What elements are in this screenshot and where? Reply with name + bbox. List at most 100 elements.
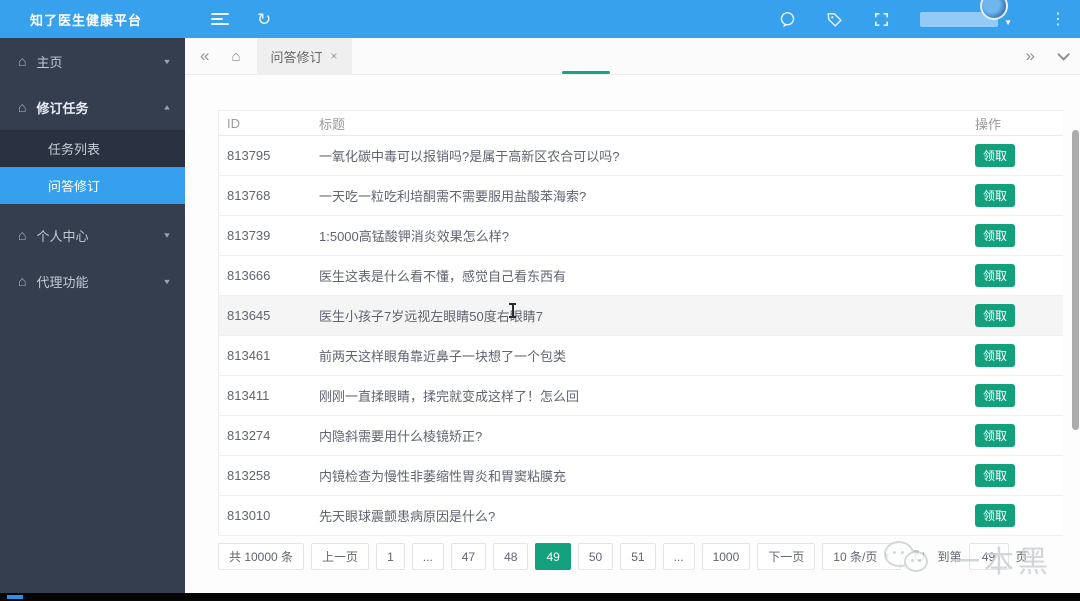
table-row: 813461 前两天这样眼角靠近鼻子一块想了一个包类 领取: [219, 336, 1063, 376]
tag-icon[interactable]: [826, 11, 843, 28]
sidebar-item-agent-functions[interactable]: ⌂ 代理功能 ▼: [0, 258, 185, 304]
row-id: 813258: [227, 468, 271, 483]
pagination-next-button[interactable]: 下一页: [757, 543, 816, 570]
row-id: 813739: [227, 228, 271, 243]
claim-button[interactable]: 领取: [975, 344, 1016, 367]
table-row: 813258 内镜检查为慢性非萎缩性胃炎和胃窦粘膜充 领取: [219, 456, 1063, 496]
claim-button[interactable]: 领取: [975, 144, 1016, 167]
claim-button[interactable]: 领取: [975, 504, 1016, 527]
main-content: ID 标题 操作 813795 一氧化碳中毒可以报销吗?是属于高新区农合可以吗?…: [185, 75, 1080, 593]
sidebar-item-home[interactable]: ⌂ 主页 ▼: [0, 38, 185, 84]
text-cursor-icon: [508, 303, 517, 318]
wechat-logo-icon: [884, 539, 936, 579]
pagination-page[interactable]: 48: [493, 543, 529, 570]
sidebar-submenu: 任务列表 问答修订: [0, 130, 185, 204]
row-title: 一氧化碳中毒可以报销吗?是属于高新区农合可以吗?: [319, 149, 620, 164]
sidebar-item-label: 修订任务: [36, 100, 89, 116]
sidebar-item-label: 问答修订: [48, 179, 101, 194]
video-progress-bar: [7, 595, 23, 599]
home-icon: ⌂: [18, 99, 27, 115]
table-row: 813768 一天吃一粒吃利培酮需不需要服用盐酸苯海索? 领取: [219, 176, 1063, 216]
home-icon: ⌂: [18, 227, 27, 243]
table-header: ID 标题 操作: [219, 110, 1063, 136]
table-row: 813274 内隐斜需要用什么棱镜矫正? 领取: [219, 416, 1063, 456]
sidebar-item-revision-tasks[interactable]: ⌂ 修订任务 ▲: [0, 84, 185, 130]
user-account-area[interactable]: ▼: [920, 0, 1020, 38]
row-id: 813645: [227, 308, 271, 323]
tabs-scroll-left-icon[interactable]: «: [200, 46, 209, 66]
claim-button[interactable]: 领取: [975, 304, 1016, 327]
row-id: 813010: [227, 508, 271, 523]
row-id: 813768: [227, 188, 271, 203]
watermark: 一本黑: [884, 537, 1052, 581]
collapse-sidebar-icon[interactable]: [211, 13, 229, 25]
pagination-page[interactable]: 50: [577, 543, 614, 570]
topbar-right: ▼ ⋮: [779, 0, 1080, 38]
table-row: 813666 医生这表是什么看不懂，感觉自己看东西有 领取: [219, 256, 1063, 296]
claim-button[interactable]: 领取: [975, 424, 1016, 447]
sidebar-item-label: 任务列表: [48, 142, 101, 157]
fullscreen-icon[interactable]: [873, 11, 890, 28]
claim-button[interactable]: 领取: [975, 384, 1016, 407]
sidebar-item-personal-center[interactable]: ⌂ 个人中心 ▼: [0, 212, 185, 258]
pagination-total: 共 10000 条: [218, 543, 305, 570]
pagination-page[interactable]: 1000: [701, 543, 751, 570]
pagination-ellipsis: ...: [411, 543, 444, 570]
row-title: 前两天这样眼角靠近鼻子一块想了一个包类: [319, 349, 567, 364]
table-row-hovered: 813645 医生小孩子7岁远视左眼睛50度右眼睛7 领取: [219, 296, 1063, 336]
column-header-title: 标题: [319, 116, 346, 132]
row-title: 内镜检查为慢性非萎缩性胃炎和胃窦粘膜充: [319, 469, 567, 484]
qa-table: ID 标题 操作 813795 一氧化碳中毒可以报销吗?是属于高新区农合可以吗?…: [218, 110, 1063, 536]
refresh-icon[interactable]: ↻: [257, 11, 271, 28]
message-icon[interactable]: [779, 11, 796, 28]
row-title: 先天眼球震颤患病原因是什么?: [319, 509, 496, 524]
progress-indicator: [562, 71, 610, 74]
column-header-action: 操作: [975, 116, 1002, 132]
column-header-id: ID: [227, 115, 240, 131]
table-row: 813739 1:5000高锰酸钾消炎效果怎么样? 领取: [219, 216, 1063, 256]
row-id: 813274: [227, 428, 271, 443]
app-window: 知了医生健康平台 ⌂ 主页 ▼ ⌂ 修订任务 ▲ 任务列表 问答修订 ⌂ 个人中…: [0, 0, 1080, 601]
video-letterbox-bar: [0, 593, 1080, 601]
pagination-page[interactable]: 51: [620, 543, 656, 570]
topbar: ↻ ▼ ⋮: [185, 0, 1080, 38]
sidebar-item-label: 代理功能: [36, 274, 89, 290]
more-menu-icon[interactable]: ⋮: [1050, 9, 1066, 29]
tabbar: « ⌂ 问答修订 × »: [185, 37, 1080, 75]
row-id: 813461: [227, 348, 271, 363]
tabs-scroll-right-icon[interactable]: »: [1026, 46, 1035, 66]
row-title: 一天吃一粒吃利培酮需不需要服用盐酸苯海索?: [319, 189, 587, 204]
claim-button[interactable]: 领取: [975, 224, 1016, 247]
sidebar-item-task-list[interactable]: 任务列表: [0, 130, 185, 167]
tab-qa-revision[interactable]: 问答修订 ×: [256, 37, 352, 75]
pagination-page-active[interactable]: 49: [535, 543, 571, 570]
vertical-scrollbar-thumb[interactable]: [1072, 130, 1079, 430]
row-title: 刚刚一直揉眼睛，揉完就变成这样了！怎么回: [319, 389, 580, 404]
close-icon[interactable]: ×: [331, 49, 338, 63]
sidebar-item-label: 主页: [36, 54, 63, 70]
chevron-down-icon: ▼: [162, 230, 172, 240]
chevron-down-icon: ▼: [162, 56, 172, 66]
row-title: 医生小孩子7岁远视左眼睛50度右眼睛7: [319, 309, 543, 324]
row-title: 医生这表是什么看不懂，感觉自己看东西有: [319, 269, 567, 284]
claim-button[interactable]: 领取: [975, 464, 1016, 487]
sidebar: 知了医生健康平台 ⌂ 主页 ▼ ⌂ 修订任务 ▲ 任务列表 问答修订 ⌂ 个人中…: [0, 0, 185, 593]
sidebar-item-qa-revision[interactable]: 问答修订: [0, 167, 185, 204]
app-logo: 知了医生健康平台: [0, 0, 185, 38]
row-id: 813795: [227, 148, 271, 163]
tabs-menu-chevron-icon[interactable]: [1057, 47, 1070, 61]
pagination-ellipsis: ...: [662, 543, 695, 570]
claim-button[interactable]: 领取: [975, 184, 1016, 207]
table-row: 813411 刚刚一直揉眼睛，揉完就变成这样了！怎么回 领取: [219, 376, 1063, 416]
row-title: 1:5000高锰酸钾消炎效果怎么样?: [319, 229, 509, 244]
home-icon: ⌂: [18, 273, 27, 289]
home-icon: ⌂: [18, 53, 27, 69]
claim-button[interactable]: 领取: [975, 264, 1016, 287]
pagination-page[interactable]: 47: [450, 543, 487, 570]
pagination-prev-button[interactable]: 上一页: [311, 543, 370, 570]
home-tab-icon[interactable]: ⌂: [231, 48, 240, 65]
tab-label: 问答修订: [270, 49, 323, 65]
pagination-page[interactable]: 1: [376, 543, 405, 570]
tabbar-right: »: [1026, 46, 1080, 66]
row-id: 813666: [227, 268, 271, 283]
